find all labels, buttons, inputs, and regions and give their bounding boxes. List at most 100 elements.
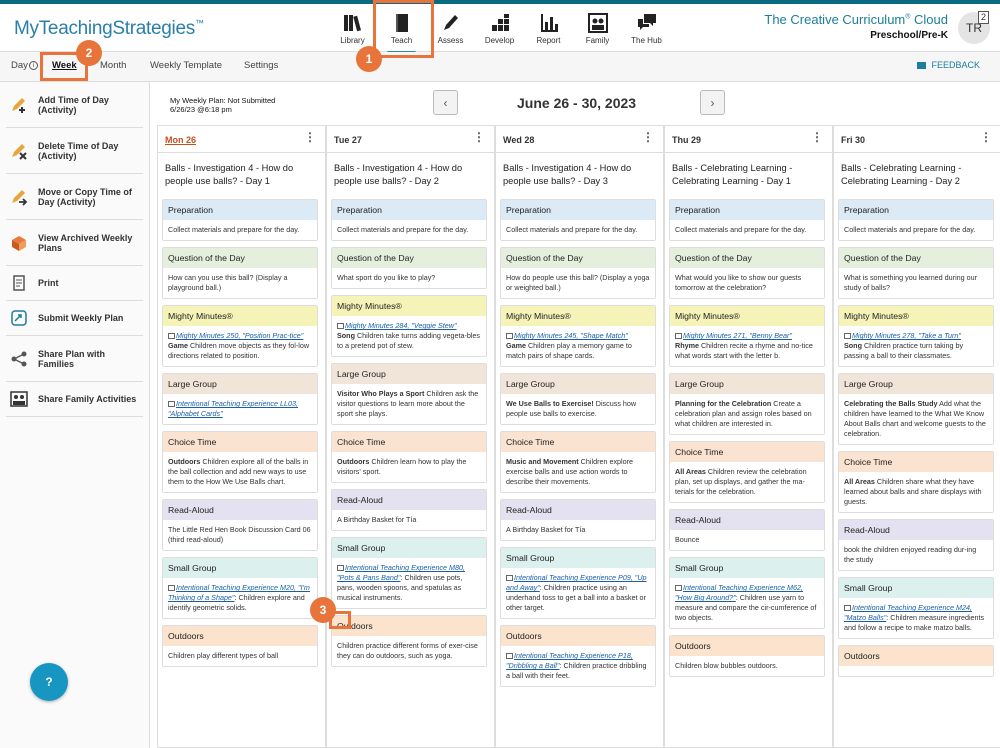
sidebar-item-share-family-activities[interactable]: Share Family Activities (6, 382, 143, 417)
activity-text: A Birthday Basket for Tía (506, 525, 586, 534)
nav-family[interactable]: Family (573, 8, 622, 52)
sidebar-item-submit[interactable]: Submit Weekly Plan (6, 301, 143, 336)
activity-card[interactable]: Choice Time Outdoors Children explore all… (162, 431, 318, 493)
activity-card[interactable]: Small Group Intentional Teaching Experien… (500, 547, 656, 619)
activity-card[interactable]: Question of the Day How can you use this … (162, 247, 318, 299)
activity-card[interactable]: Large Group Intentional Teaching Experien… (162, 373, 318, 425)
callout-box-teach (373, 0, 434, 58)
nav-the-hub[interactable]: The Hub (622, 8, 671, 52)
activity-link[interactable]: Intentional Teaching Experience LL03, "A… (168, 399, 298, 418)
activity-card[interactable]: Preparation Collect materials and prepare… (838, 199, 994, 241)
activity-card[interactable]: Preparation Collect materials and prepare… (162, 199, 318, 241)
activity-link[interactable]: Mighty Minutes 245, "Shape Match" (514, 331, 628, 340)
nav-develop[interactable]: Develop (475, 8, 524, 52)
help-button[interactable]: ? (30, 663, 68, 701)
activity-card[interactable]: Preparation Collect materials and prepare… (669, 199, 825, 241)
activity-card[interactable]: Small Group Intentional Teaching Experien… (331, 537, 487, 609)
activity-body: Mighty Minutes 284, "Veggie Stew" Song Ch… (332, 316, 486, 356)
resource-icon[interactable] (337, 323, 344, 329)
resource-icon[interactable] (168, 585, 175, 591)
activity-card[interactable]: Small Group Intentional Teaching Experien… (162, 557, 318, 619)
activity-card[interactable]: Outdoors (838, 645, 994, 677)
more-options-icon[interactable]: ⋮ (473, 131, 485, 143)
day-title[interactable]: Balls - Investigation 4 - How do people … (327, 153, 494, 199)
activity-card[interactable]: Mighty Minutes® Mighty Minutes 245, "Shap… (500, 305, 656, 367)
sidebar-item-delete-time[interactable]: Delete Time of Day (Activity) (6, 128, 143, 174)
more-options-icon[interactable]: ⋮ (980, 131, 992, 143)
activity-card[interactable]: Read-Aloud Bounce (669, 509, 825, 551)
activity-card[interactable]: Preparation Collect materials and prepare… (331, 199, 487, 241)
more-options-icon[interactable]: ⋮ (642, 131, 654, 143)
activity-card[interactable]: Question of the Day What sport do you lik… (331, 247, 487, 289)
activity-card[interactable]: Mighty Minutes® Mighty Minutes 278, "Take… (838, 305, 994, 367)
feedback-link[interactable]: FEEDBACK (917, 60, 980, 70)
resource-icon[interactable] (675, 333, 682, 339)
sidebar-item-share-plan[interactable]: Share Plan with Families (6, 336, 143, 382)
activity-card[interactable]: Choice Time Music and Movement Children e… (500, 431, 656, 493)
activity-card[interactable]: Choice Time Outdoors Children learn how t… (331, 431, 487, 483)
activity-label: All Areas (675, 467, 706, 476)
activity-text: Children practice different forms of exe… (337, 641, 478, 660)
info-icon[interactable]: i (28, 61, 38, 70)
activity-card[interactable]: Large Group Celebrating the Balls Study A… (838, 373, 994, 445)
activity-card[interactable]: Outdoors Children blow bubbles outdoors. (669, 635, 825, 677)
activity-card[interactable]: Question of the Day What is something you… (838, 247, 994, 299)
sidebar-item-move-copy[interactable]: Move or Copy Time of Day (Activity) (6, 174, 143, 220)
tab-weekly-template[interactable]: Weekly Template (150, 60, 222, 71)
resource-icon[interactable] (506, 333, 513, 339)
more-options-icon[interactable]: ⋮ (811, 131, 823, 143)
app-logo[interactable]: MyTeachingStrategies™ (14, 18, 204, 40)
day-title[interactable]: Balls - Investigation 4 - How do people … (496, 153, 663, 199)
resource-icon[interactable] (168, 401, 175, 407)
more-options-icon[interactable]: ⋮ (304, 131, 316, 143)
activity-body: All Areas Children share what they have … (839, 472, 993, 512)
activity-card[interactable]: Choice Time All Areas Children share what… (838, 451, 994, 513)
activity-card[interactable]: Choice Time All Areas Children review the… (669, 441, 825, 503)
resource-icon[interactable] (675, 585, 682, 591)
activity-card[interactable]: Small Group Intentional Teaching Experien… (669, 557, 825, 629)
tab-month[interactable]: Month (100, 60, 126, 71)
nav-report[interactable]: Report (524, 8, 573, 52)
activity-body: Visitor Who Plays a Sport Children ask t… (332, 384, 486, 424)
user-avatar[interactable]: TR 2 (958, 11, 990, 44)
brand-level[interactable]: Preschool/Pre-K (764, 30, 948, 41)
sidebar-item-archived-plans[interactable]: View Archived Weekly Plans (6, 220, 143, 266)
sidebar-item-print[interactable]: Print (6, 266, 143, 301)
resource-icon[interactable] (337, 565, 344, 571)
activity-card[interactable]: Mighty Minutes® Mighty Minutes 250, "Posi… (162, 305, 318, 367)
activity-card[interactable]: Large Group We Use Balls to Exercise! Dis… (500, 373, 656, 425)
activity-card[interactable]: Mighty Minutes® Mighty Minutes 284, "Vegg… (331, 295, 487, 357)
activity-card[interactable]: Read-Aloud The Little Red Hen Book Discus… (162, 499, 318, 551)
activity-card[interactable]: Question of the Day What would you like t… (669, 247, 825, 299)
activity-link[interactable]: Mighty Minutes 278, "Take a Turn" (852, 331, 961, 340)
resource-icon[interactable] (168, 333, 175, 339)
day-title[interactable]: Balls - Investigation 4 - How do people … (158, 153, 325, 199)
activity-card[interactable]: Large Group Planning for the Celebration … (669, 373, 825, 435)
activity-card[interactable]: Small Group Intentional Teaching Experien… (838, 577, 994, 639)
activity-link[interactable]: Mighty Minutes 271, "Benny Bear" (683, 331, 792, 340)
tab-settings[interactable]: Settings (244, 60, 278, 71)
activity-card[interactable]: Read-Aloud book the children enjoyed read… (838, 519, 994, 571)
resource-icon[interactable] (844, 605, 851, 611)
activity-card[interactable]: Outdoors Children play different types of… (162, 625, 318, 667)
resource-icon[interactable] (506, 575, 513, 581)
day-title[interactable]: Balls - Celebrating Learning - Celebrati… (834, 153, 1000, 199)
activity-link[interactable]: Mighty Minutes 284, "Veggie Stew" (345, 321, 457, 330)
prev-week-button[interactable]: ‹ (433, 90, 458, 115)
activity-card[interactable]: Large Group Visitor Who Plays a Sport Chi… (331, 363, 487, 425)
resource-icon[interactable] (844, 333, 851, 339)
activity-card[interactable]: Read-Aloud A Birthday Basket for Tía (500, 499, 656, 541)
activity-card[interactable]: Mighty Minutes® Mighty Minutes 271, "Benn… (669, 305, 825, 367)
activity-card[interactable]: Read-Aloud A Birthday Basket for Tía (331, 489, 487, 531)
day-title[interactable]: Balls - Celebrating Learning - Celebrati… (665, 153, 832, 199)
sidebar-item-add-time[interactable]: Add Time of Day (Activity) (6, 82, 143, 128)
activity-link[interactable]: Mighty Minutes 250, "Position Prac-tice" (176, 331, 303, 340)
activity-label: Song (337, 331, 355, 340)
activity-card[interactable]: Outdoors Intentional Teaching Experience … (500, 625, 656, 687)
resource-icon[interactable] (506, 653, 513, 659)
next-week-button[interactable]: › (700, 90, 725, 115)
activity-card[interactable]: Question of the Day How do people use thi… (500, 247, 656, 299)
activity-card[interactable]: Outdoors Children practice different form… (331, 615, 487, 667)
tab-day[interactable]: Day i (11, 60, 38, 71)
activity-card[interactable]: Preparation Collect materials and prepare… (500, 199, 656, 241)
